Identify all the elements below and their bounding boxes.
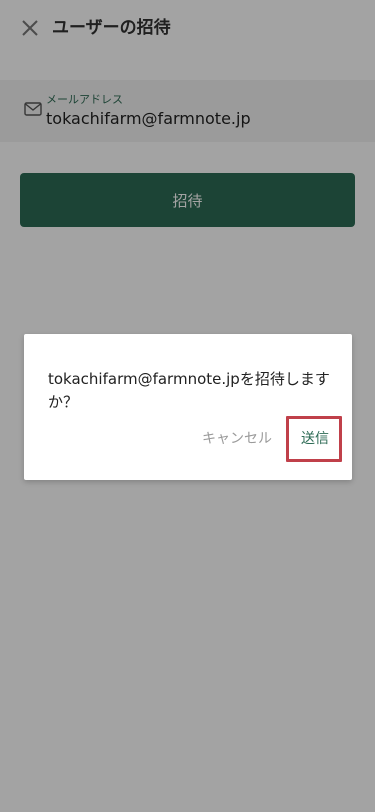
dialog-message: tokachifarm@farmnote.jpを招待しますか？ <box>48 370 330 411</box>
send-button[interactable]: 送信 <box>301 428 329 450</box>
confirm-dialog: tokachifarm@farmnote.jpを招待しますか？ キャンセル 送信 <box>24 334 352 480</box>
cancel-button[interactable]: キャンセル <box>202 428 272 450</box>
